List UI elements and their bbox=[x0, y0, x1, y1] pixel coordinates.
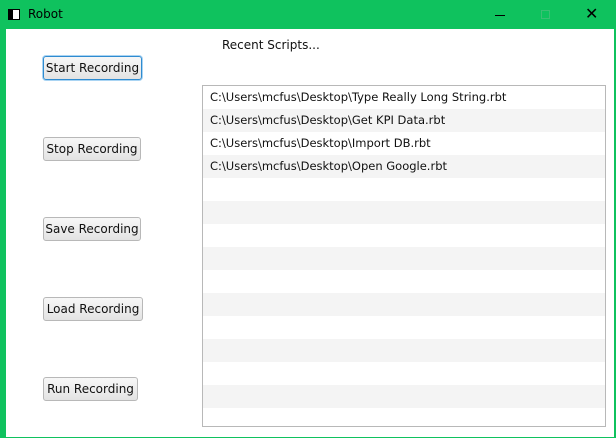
app-window-icon bbox=[8, 9, 20, 20]
list-item[interactable]: C:\Users\mcfus\Desktop\Open Google.rbt bbox=[203, 155, 605, 178]
list-item[interactable] bbox=[203, 339, 605, 362]
save-recording-button[interactable]: Save Recording bbox=[43, 217, 141, 241]
list-item[interactable] bbox=[203, 178, 605, 201]
minimize-icon bbox=[495, 15, 505, 16]
list-item[interactable] bbox=[203, 201, 605, 224]
list-item[interactable] bbox=[203, 224, 605, 247]
list-item[interactable] bbox=[203, 247, 605, 270]
run-recording-button[interactable]: Run Recording bbox=[43, 377, 138, 401]
close-icon: ✕ bbox=[585, 4, 599, 23]
maximize-icon bbox=[541, 10, 550, 19]
list-item[interactable]: C:\Users\mcfus\Desktop\Get KPI Data.rbt bbox=[203, 109, 605, 132]
recent-scripts-list[interactable]: C:\Users\mcfus\Desktop\Type Really Long … bbox=[202, 85, 606, 427]
list-item[interactable] bbox=[203, 293, 605, 316]
minimize-button[interactable] bbox=[477, 1, 523, 29]
close-button[interactable]: ✕ bbox=[569, 1, 615, 29]
recent-scripts-label: Recent Scripts... bbox=[222, 38, 320, 52]
stop-recording-button[interactable]: Stop Recording bbox=[43, 137, 141, 161]
list-item[interactable] bbox=[203, 385, 605, 408]
list-item[interactable] bbox=[203, 270, 605, 293]
list-item[interactable] bbox=[203, 362, 605, 385]
start-recording-button[interactable]: Start Recording bbox=[43, 56, 142, 80]
window-title: Robot bbox=[28, 7, 63, 21]
title-bar[interactable]: Robot ✕ bbox=[1, 1, 615, 29]
load-recording-button[interactable]: Load Recording bbox=[43, 297, 143, 321]
maximize-button[interactable] bbox=[523, 1, 569, 29]
client-area: Start Recording Stop Recording Save Reco… bbox=[6, 29, 614, 437]
list-item[interactable]: C:\Users\mcfus\Desktop\Import DB.rbt bbox=[203, 132, 605, 155]
list-item[interactable] bbox=[203, 316, 605, 339]
app-window: Robot ✕ Start Recording Stop Recording S… bbox=[0, 0, 616, 438]
list-item[interactable]: C:\Users\mcfus\Desktop\Type Really Long … bbox=[203, 86, 605, 109]
